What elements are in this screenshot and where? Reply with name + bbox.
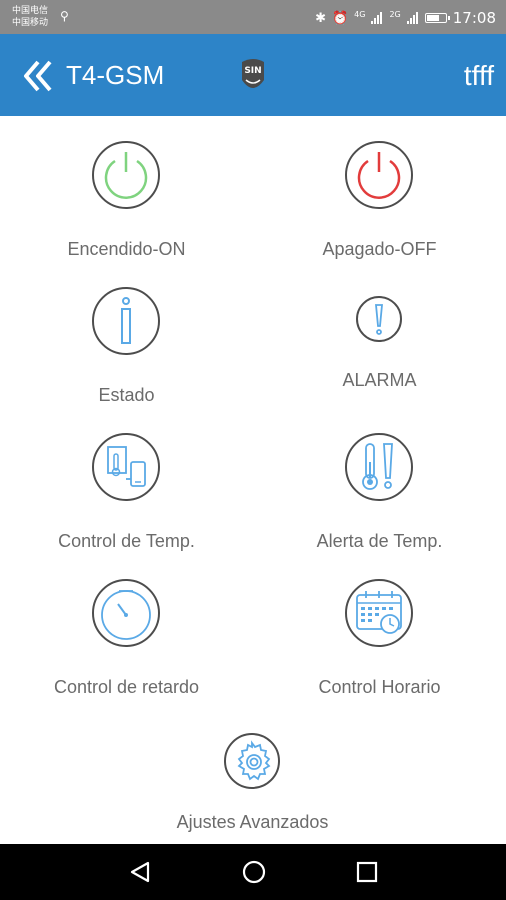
menu-item-alarma[interactable]: ALARMA [253,266,506,412]
menu-item-control-de-retardo[interactable]: Control de retardo [0,558,253,704]
battery-icon [424,13,450,23]
carrier-2-label: 中国移动 [12,18,49,28]
square-recents-icon [356,861,378,883]
signal-2-icon [406,12,419,24]
power-off-icon [345,141,413,209]
exclamation-icon [356,296,402,342]
menu-item-label: Apagado-OFF [322,239,437,259]
appbar-right-label[interactable]: tfff [464,60,494,92]
status-bar: 中国电信 中国移动 ⚲ ✱ ⏰ 4G 2G 17:08 [0,0,506,34]
clock-time: 17:08 [452,9,496,27]
menu-item-label: Control Horario [318,677,441,697]
menu-item-control-horario[interactable]: Control Horario [253,558,506,704]
triangle-back-icon [130,861,150,883]
menu-item-label: Estado [98,385,155,405]
system-nav-bar [0,844,506,900]
bluetooth-icon: ✱ [315,10,326,26]
alarm-clock-icon: ⏰ [331,10,349,26]
carrier-1-label: 中国电信 [12,6,49,16]
app-bar: T4-GSM SIN tfff [0,34,506,116]
menu-item-alerta-de-temp[interactable]: Alerta de Temp. [253,412,506,558]
nav-home-button[interactable] [240,858,268,886]
menu-item-estado[interactable]: Estado [0,266,253,412]
menu-item-apagado-off[interactable]: Apagado-OFF [253,120,506,266]
timer-icon [92,579,160,647]
double-chevron-left-icon [24,60,52,92]
menu-item-encendido-on[interactable]: Encendido-ON [0,120,253,266]
calendar-clock-icon [345,579,413,647]
signal-1-icon [371,12,383,24]
circle-home-icon [242,860,266,884]
menu-item-label: Alerta de Temp. [316,531,443,551]
usb-icon: ⚲ [60,9,69,23]
logo-text: SIN [244,66,261,76]
menu-item-label: Control de Temp. [58,531,195,551]
menu-item-label: ALARMA [342,370,417,390]
menu-item-label: Control de retardo [53,677,200,697]
menu-item-control-de-temp[interactable]: Control de Temp. [0,412,253,558]
signal-2-type: 2G [389,9,401,19]
menu-grid: Encendido-ON Apagado-OFF Estado ALARMA C… [0,120,506,840]
back-button[interactable] [18,56,58,96]
brand-logo: SIN [238,56,268,94]
power-on-icon [92,141,160,209]
status-icons: ✱ ⏰ 4G 2G 17:08 [315,8,496,28]
menu-item-label: Ajustes Avanzados [176,812,329,832]
menu-item-ajustes-avanzados[interactable]: Ajustes Avanzados [126,704,379,850]
menu-item-label: Encendido-ON [67,239,186,259]
thermometer-alert-icon [345,433,413,501]
nav-back-button[interactable] [126,858,154,886]
nav-recents-button[interactable] [353,858,381,886]
page-title: T4-GSM [66,60,165,90]
thermometer-phone-icon [92,433,160,501]
gear-icon [224,733,280,789]
signal-1-type: 4G [354,9,366,19]
info-icon [92,287,160,355]
